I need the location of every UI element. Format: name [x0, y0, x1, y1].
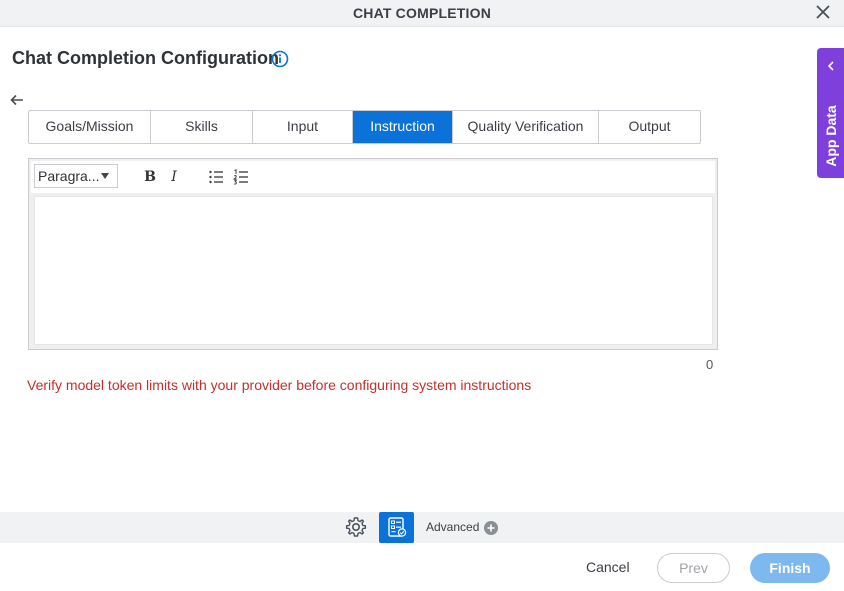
tab-bar: Goals/Mission Skills Input Instruction Q…	[28, 110, 701, 144]
caret-down-icon	[101, 173, 109, 179]
prev-button[interactable]: Prev	[657, 553, 730, 583]
tab-instruction[interactable]: Instruction	[353, 111, 453, 143]
title-bar: CHAT COMPLETION	[0, 0, 844, 27]
tab-output[interactable]: Output	[599, 111, 700, 143]
character-count: 0	[706, 357, 714, 372]
rich-text-editor: Paragra... B I	[28, 158, 718, 350]
form-settings-button[interactable]	[379, 512, 414, 543]
tab-quality-verification[interactable]: Quality Verification	[453, 111, 599, 143]
page-title: Chat Completion Configuration	[12, 48, 279, 68]
tab-skills[interactable]: Skills	[151, 111, 253, 143]
token-limit-warning: Verify model token limits with your prov…	[27, 377, 532, 393]
tab-input[interactable]: Input	[253, 111, 353, 143]
back-arrow-icon[interactable]	[9, 92, 25, 108]
info-icon[interactable]	[271, 50, 289, 68]
close-icon[interactable]	[814, 3, 832, 21]
tab-goals-mission[interactable]: Goals/Mission	[29, 111, 151, 143]
window-title: CHAT COMPLETION	[352, 5, 492, 21]
editor-content-area[interactable]	[34, 196, 713, 345]
numbered-list-icon[interactable]	[233, 169, 249, 185]
paragraph-format-value: Paragra...	[38, 168, 100, 184]
paragraph-format-select[interactable]: Paragra...	[34, 164, 118, 188]
cancel-button[interactable]: Cancel	[586, 559, 630, 575]
app-data-label: App Data	[823, 105, 839, 167]
editor-toolbar: Paragra... B I	[31, 161, 715, 193]
form-icon	[388, 517, 407, 537]
gear-icon[interactable]	[345, 516, 367, 538]
chevron-left-icon	[827, 61, 834, 71]
finish-button[interactable]: Finish	[750, 553, 830, 583]
bullet-list-icon[interactable]	[208, 169, 224, 185]
italic-button[interactable]: I	[164, 167, 184, 187]
advanced-label[interactable]: Advanced	[426, 520, 479, 534]
bottom-toolbar	[0, 512, 844, 543]
bold-button[interactable]: B	[140, 167, 160, 187]
plus-circle-icon[interactable]	[484, 521, 498, 535]
app-data-panel-tab[interactable]: App Data	[817, 48, 844, 178]
